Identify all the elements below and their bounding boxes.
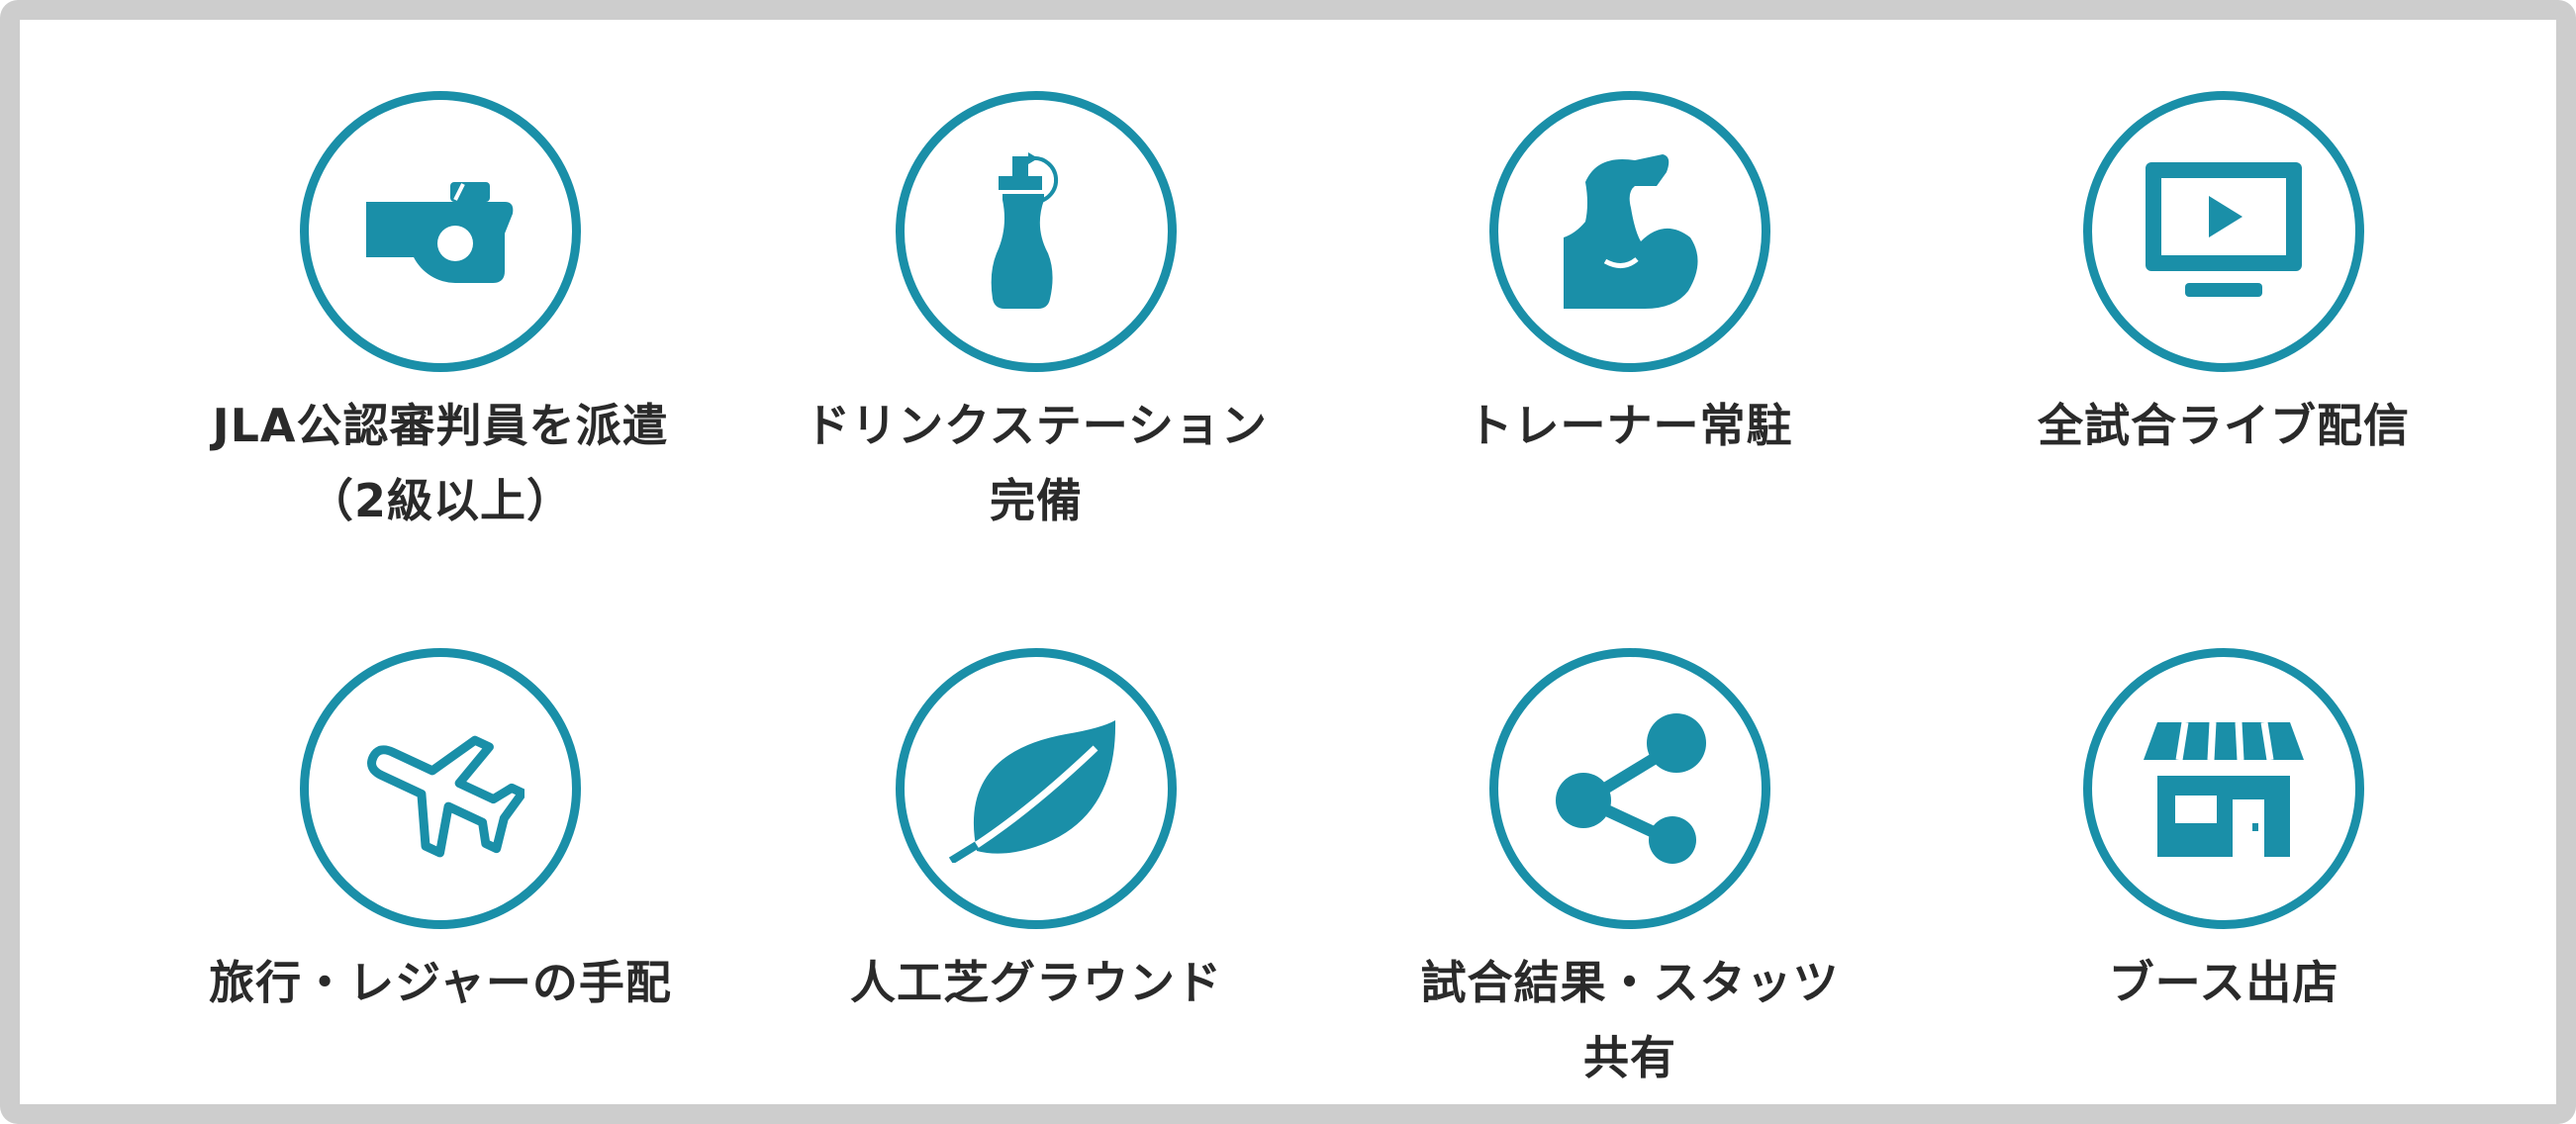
feature-icon-circle (2083, 648, 2364, 929)
feature-icon-circle (896, 91, 1177, 372)
leaf-icon (948, 720, 1116, 863)
feature-label-line1: JLA公認審判員を派遣 (212, 399, 669, 452)
feature-icon-circle (300, 648, 581, 929)
feature-label-line1: 全試合ライブ配信 (2038, 399, 2410, 452)
feature-icon-circle (1489, 91, 1770, 372)
whistle-icon (366, 182, 514, 283)
drink-bottle-icon (991, 152, 1059, 309)
feature-label: 旅行・レジャーの手配 (142, 945, 739, 1020)
feature-label: JLA公認審判員を派遣 （2級以上） (142, 388, 739, 538)
airplane-icon (367, 735, 525, 858)
flexed-arm-icon (1564, 154, 1698, 309)
feature-label-line2: 完備 (990, 474, 1083, 527)
storefront-icon (2144, 721, 2304, 857)
feature-label: ブース出店 (1925, 945, 2523, 1020)
monitor-play-icon (2146, 162, 2302, 297)
feature-label-line1: ドリンクステーション (805, 399, 1268, 452)
feature-label: 全試合ライブ配信 (1925, 388, 2523, 463)
features-panel: JLA公認審判員を派遣 （2級以上） ドリンクステーション 完備 トレーナー常駐… (0, 0, 2576, 1124)
feature-label-line1: 試合結果・スタッツ (1420, 956, 1840, 1009)
feature-icon-circle (2083, 91, 2364, 372)
feature-label-line2: （2級以上） (307, 474, 573, 527)
feature-label-line1: ブース出店 (2108, 956, 2339, 1009)
feature-icon-circle (896, 648, 1177, 929)
feature-icon-circle (300, 91, 581, 372)
feature-label: ドリンクステーション 完備 (737, 388, 1335, 538)
feature-label-line2: 共有 (1583, 1031, 1676, 1084)
feature-icon-circle (1489, 648, 1770, 929)
feature-label-line1: トレーナー常駐 (1467, 399, 1793, 452)
feature-label: 人工芝グラウンド (737, 945, 1335, 1020)
feature-label: 試合結果・スタッツ 共有 (1331, 945, 1929, 1095)
feature-label: トレーナー常駐 (1331, 388, 1929, 463)
feature-label-line1: 人工芝グラウンド (850, 956, 1222, 1009)
feature-label-line1: 旅行・レジャーの手配 (209, 956, 672, 1009)
share-icon (1556, 713, 1706, 864)
